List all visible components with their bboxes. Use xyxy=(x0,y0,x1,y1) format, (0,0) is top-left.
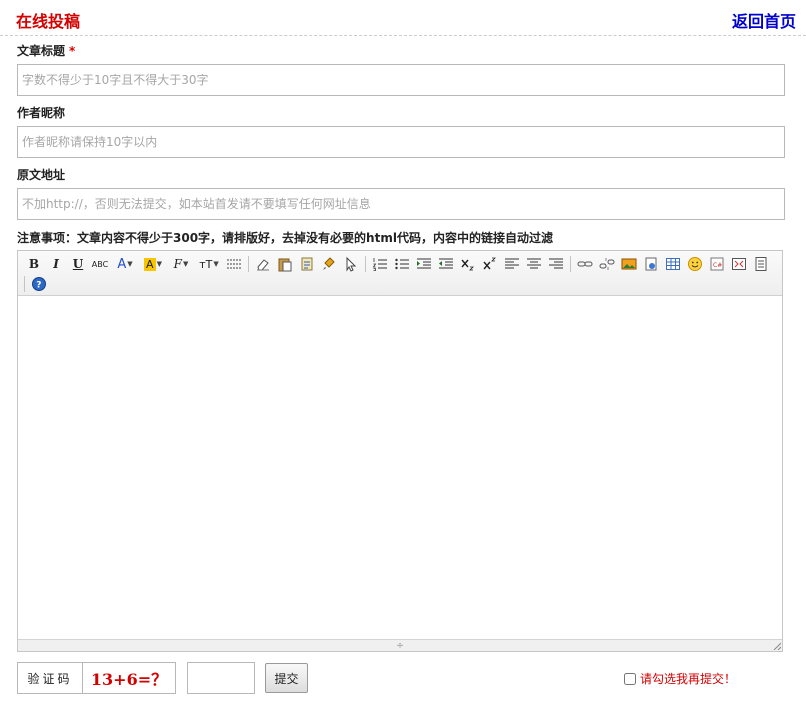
font-size-glyph: тT xyxy=(199,257,213,271)
strikethrough-icon[interactable]: ABC xyxy=(90,254,110,274)
underline-icon[interactable]: U xyxy=(68,254,88,274)
chevron-down-icon: ▼ xyxy=(213,260,219,268)
align-right-icon[interactable] xyxy=(546,254,566,274)
toolbar-row: ? xyxy=(24,273,51,295)
highlight-icon[interactable]: A ▼ xyxy=(140,254,166,274)
chevron-down-icon: ▼ xyxy=(127,260,133,268)
required-mark: * xyxy=(69,44,76,58)
indent-icon[interactable] xyxy=(414,254,434,274)
font-family-glyph: F xyxy=(173,257,182,271)
italic-icon[interactable]: I xyxy=(46,254,66,274)
horizontal-rule-icon[interactable] xyxy=(224,254,244,274)
author-input[interactable] xyxy=(17,126,785,158)
image-icon[interactable] xyxy=(619,254,639,274)
source-label: 原文地址 xyxy=(17,168,66,182)
eraser-icon[interactable] xyxy=(253,254,273,274)
select-all-icon[interactable] xyxy=(341,254,361,274)
fullscreen-icon[interactable] xyxy=(729,254,749,274)
editor-content-area[interactable] xyxy=(18,297,782,639)
editor-resize-bar[interactable]: ÷ xyxy=(18,639,782,651)
page-header: 在线投稿 返回首页 xyxy=(0,0,806,36)
chevron-down-icon: ▼ xyxy=(182,260,189,268)
align-center-icon[interactable] xyxy=(524,254,544,274)
author-label: 作者昵称 xyxy=(17,106,66,120)
source-url-input[interactable] xyxy=(17,188,785,220)
table-icon[interactable] xyxy=(663,254,683,274)
ordered-list-icon[interactable] xyxy=(370,254,390,274)
help-icon[interactable]: ? xyxy=(29,274,49,294)
link-icon[interactable] xyxy=(575,254,595,274)
title-input[interactable] xyxy=(17,64,785,96)
format-brush-icon[interactable] xyxy=(319,254,339,274)
font-color-glyph: A xyxy=(117,256,127,272)
outdent-icon[interactable] xyxy=(436,254,456,274)
svg-text:C#: C# xyxy=(713,262,722,269)
title-label: 文章标题 * xyxy=(17,42,75,59)
toolbar-separator xyxy=(24,276,25,292)
confirm-checkbox[interactable] xyxy=(624,672,636,685)
emoticon-icon[interactable] xyxy=(685,254,705,274)
confirm-text: 请勾选我再提交！ xyxy=(640,672,737,686)
paste-word-icon[interactable] xyxy=(297,254,317,274)
captcha-label: 验证码 xyxy=(17,662,83,694)
font-color-icon[interactable]: A ▼ xyxy=(112,254,138,274)
font-family-icon[interactable]: F ▼ xyxy=(168,254,194,274)
toolbar-row: B I U ABC A ▼ A ▼ F ▼ тT ▼ C# xyxy=(24,253,773,275)
paste-icon[interactable] xyxy=(275,254,295,274)
editor-toolbar: B I U ABC A ▼ A ▼ F ▼ тT ▼ C# ? xyxy=(18,251,782,296)
chevron-down-icon: ▼ xyxy=(156,260,162,268)
unordered-list-icon[interactable] xyxy=(392,254,412,274)
notice-text: 注意事项：文章内容不得少于300字，请排版好，去掉没有必要的html代码，内容中… xyxy=(17,231,553,245)
toolbar-separator xyxy=(570,256,571,272)
submit-button[interactable]: 提交 xyxy=(265,663,308,693)
confirm-checkbox-label[interactable]: 请勾选我再提交！ xyxy=(624,670,736,687)
font-size-icon[interactable]: тT ▼ xyxy=(196,254,222,274)
captcha-question: 13+6=？ xyxy=(82,662,176,694)
source-icon[interactable] xyxy=(751,254,771,274)
toolbar-separator xyxy=(365,256,366,272)
toolbar-separator xyxy=(248,256,249,272)
bold-icon[interactable]: B xyxy=(24,254,44,274)
captcha-input[interactable] xyxy=(187,662,255,694)
align-left-icon[interactable] xyxy=(502,254,522,274)
flash-icon[interactable] xyxy=(641,254,661,274)
subscript-icon[interactable] xyxy=(458,254,478,274)
unlink-icon[interactable] xyxy=(597,254,617,274)
title-label-text: 文章标题 xyxy=(17,44,66,58)
resize-handle-icon: ÷ xyxy=(396,640,404,651)
superscript-icon[interactable] xyxy=(480,254,500,274)
resize-grip-icon[interactable] xyxy=(773,642,781,650)
highlight-glyph: A xyxy=(144,257,156,271)
svg-text:?: ? xyxy=(36,281,41,291)
page-title: 在线投稿 xyxy=(16,12,81,31)
home-link[interactable]: 返回首页 xyxy=(732,8,796,32)
rich-text-editor: B I U ABC A ▼ A ▼ F ▼ тT ▼ C# ? ÷ xyxy=(17,250,783,652)
code-icon[interactable]: C# xyxy=(707,254,727,274)
